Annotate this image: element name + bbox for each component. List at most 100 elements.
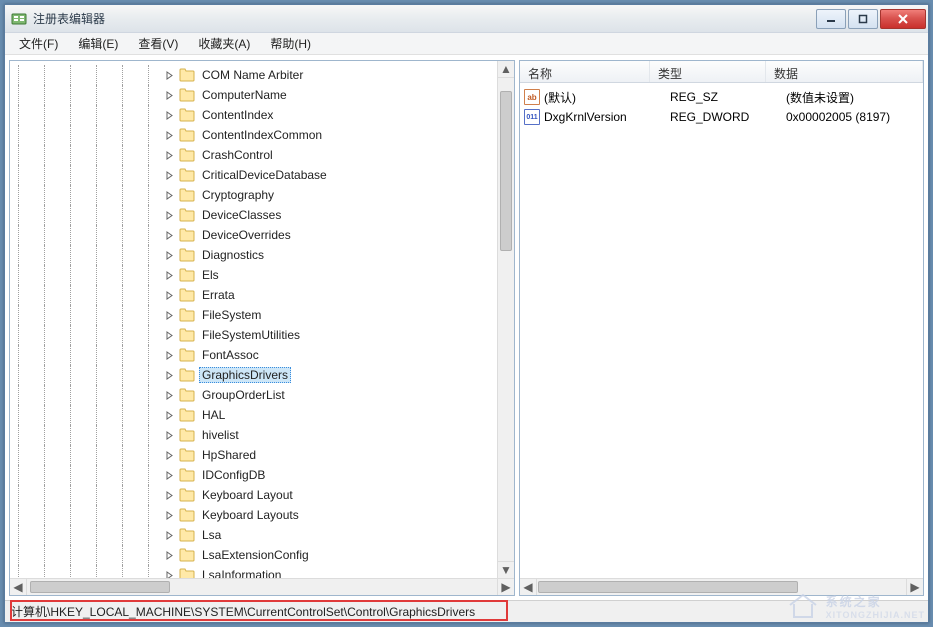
tree-item-label: FileSystemUtilities xyxy=(199,327,303,343)
tree-item-label: DeviceOverrides xyxy=(199,227,294,243)
expand-icon[interactable] xyxy=(164,330,175,341)
folder-icon xyxy=(179,528,195,542)
list-header[interactable]: 名称 类型 数据 xyxy=(520,61,923,83)
expand-icon[interactable] xyxy=(164,410,175,421)
values-pane: 名称 类型 数据 ab(默认)REG_SZ(数值未设置)011DxgKrnlVe… xyxy=(519,60,924,596)
scroll-left-icon[interactable]: ◀ xyxy=(10,579,27,595)
tree-item-label: CriticalDeviceDatabase xyxy=(199,167,330,183)
expand-icon[interactable] xyxy=(164,470,175,481)
value-name: (默认) xyxy=(544,89,670,106)
folder-icon xyxy=(179,388,195,402)
expand-icon[interactable] xyxy=(164,530,175,541)
tree-item[interactable]: Keyboard Layouts xyxy=(10,505,514,525)
scroll-up-icon[interactable]: ▲ xyxy=(498,61,514,78)
menu-favorites[interactable]: 收藏夹(A) xyxy=(188,33,260,54)
expand-icon[interactable] xyxy=(164,310,175,321)
tree-scrollbar-vertical[interactable]: ▲ ▼ xyxy=(497,61,514,578)
expand-icon[interactable] xyxy=(164,130,175,141)
menu-view[interactable]: 查看(V) xyxy=(128,33,188,54)
minimize-button[interactable] xyxy=(816,9,846,29)
tree-item[interactable]: CriticalDeviceDatabase xyxy=(10,165,514,185)
tree-item[interactable]: HpShared xyxy=(10,445,514,465)
menubar: 文件(F) 编辑(E) 查看(V) 收藏夹(A) 帮助(H) xyxy=(5,33,928,55)
list-item[interactable]: 011DxgKrnlVersionREG_DWORD0x00002005 (81… xyxy=(520,107,923,127)
values-list[interactable]: ab(默认)REG_SZ(数值未设置)011DxgKrnlVersionREG_… xyxy=(520,83,923,131)
tree-item[interactable]: FileSystem xyxy=(10,305,514,325)
expand-icon[interactable] xyxy=(164,230,175,241)
scroll-down-icon[interactable]: ▼ xyxy=(498,561,514,578)
tree-item[interactable]: Els xyxy=(10,265,514,285)
col-type[interactable]: 类型 xyxy=(650,61,766,82)
folder-icon xyxy=(179,488,195,502)
folder-icon xyxy=(179,128,195,142)
tree-item[interactable]: Errata xyxy=(10,285,514,305)
folder-icon xyxy=(179,148,195,162)
tree-item[interactable]: IDConfigDB xyxy=(10,465,514,485)
scroll-right-icon[interactable]: ▶ xyxy=(497,579,514,595)
tree-item[interactable]: LsaExtensionConfig xyxy=(10,545,514,565)
folder-icon xyxy=(179,288,195,302)
expand-icon[interactable] xyxy=(164,210,175,221)
expand-icon[interactable] xyxy=(164,450,175,461)
expand-icon[interactable] xyxy=(164,550,175,561)
tree-pane: COM Name ArbiterComputerNameContentIndex… xyxy=(9,60,515,596)
expand-icon[interactable] xyxy=(164,370,175,381)
tree-item[interactable]: Keyboard Layout xyxy=(10,485,514,505)
tree-item[interactable]: Cryptography xyxy=(10,185,514,205)
tree-item[interactable]: DeviceOverrides xyxy=(10,225,514,245)
tree-item-label: FileSystem xyxy=(199,307,264,323)
scroll-thumb[interactable] xyxy=(30,581,170,593)
expand-icon[interactable] xyxy=(164,510,175,521)
expand-icon[interactable] xyxy=(164,490,175,501)
tree-item[interactable]: GraphicsDrivers xyxy=(10,365,514,385)
menu-file[interactable]: 文件(F) xyxy=(9,33,68,54)
registry-tree[interactable]: COM Name ArbiterComputerNameContentIndex… xyxy=(10,61,514,595)
tree-item[interactable]: ContentIndexCommon xyxy=(10,125,514,145)
tree-scrollbar-horizontal[interactable]: ◀ ▶ xyxy=(10,578,514,595)
values-scrollbar-horizontal[interactable]: ◀ ▶ xyxy=(520,578,923,595)
expand-icon[interactable] xyxy=(164,250,175,261)
tree-item[interactable]: Lsa xyxy=(10,525,514,545)
tree-item[interactable]: ComputerName xyxy=(10,85,514,105)
tree-item-label: ContentIndexCommon xyxy=(199,127,325,143)
registry-editor-window: 注册表编辑器 文件(F) 编辑(E) 查看(V) 收藏夹(A) 帮助(H) CO… xyxy=(4,4,929,623)
tree-item-label: Diagnostics xyxy=(199,247,267,263)
tree-item[interactable]: ContentIndex xyxy=(10,105,514,125)
expand-icon[interactable] xyxy=(164,150,175,161)
col-data[interactable]: 数据 xyxy=(766,61,923,82)
list-item[interactable]: ab(默认)REG_SZ(数值未设置) xyxy=(520,87,923,107)
folder-icon xyxy=(179,188,195,202)
tree-item[interactable]: FontAssoc xyxy=(10,345,514,365)
tree-item[interactable]: DeviceClasses xyxy=(10,205,514,225)
expand-icon[interactable] xyxy=(164,170,175,181)
tree-item[interactable]: HAL xyxy=(10,405,514,425)
titlebar[interactable]: 注册表编辑器 xyxy=(5,5,928,33)
scroll-right-icon[interactable]: ▶ xyxy=(906,579,923,595)
expand-icon[interactable] xyxy=(164,90,175,101)
tree-item[interactable]: COM Name Arbiter xyxy=(10,65,514,85)
client-area: COM Name ArbiterComputerNameContentIndex… xyxy=(5,56,928,600)
col-name[interactable]: 名称 xyxy=(520,61,650,82)
scroll-thumb[interactable] xyxy=(538,581,798,593)
scroll-left-icon[interactable]: ◀ xyxy=(520,579,537,595)
expand-icon[interactable] xyxy=(164,390,175,401)
tree-item[interactable]: GroupOrderList xyxy=(10,385,514,405)
tree-item[interactable]: CrashControl xyxy=(10,145,514,165)
expand-icon[interactable] xyxy=(164,70,175,81)
expand-icon[interactable] xyxy=(164,430,175,441)
tree-item-label: Keyboard Layouts xyxy=(199,507,302,523)
close-button[interactable] xyxy=(880,9,926,29)
tree-item[interactable]: FileSystemUtilities xyxy=(10,325,514,345)
expand-icon[interactable] xyxy=(164,110,175,121)
menu-help[interactable]: 帮助(H) xyxy=(260,33,321,54)
menu-edit[interactable]: 编辑(E) xyxy=(68,33,128,54)
tree-item[interactable]: Diagnostics xyxy=(10,245,514,265)
expand-icon[interactable] xyxy=(164,290,175,301)
expand-icon[interactable] xyxy=(164,350,175,361)
expand-icon[interactable] xyxy=(164,190,175,201)
folder-icon xyxy=(179,548,195,562)
scroll-thumb[interactable] xyxy=(500,91,512,251)
expand-icon[interactable] xyxy=(164,270,175,281)
maximize-button[interactable] xyxy=(848,9,878,29)
tree-item[interactable]: hivelist xyxy=(10,425,514,445)
